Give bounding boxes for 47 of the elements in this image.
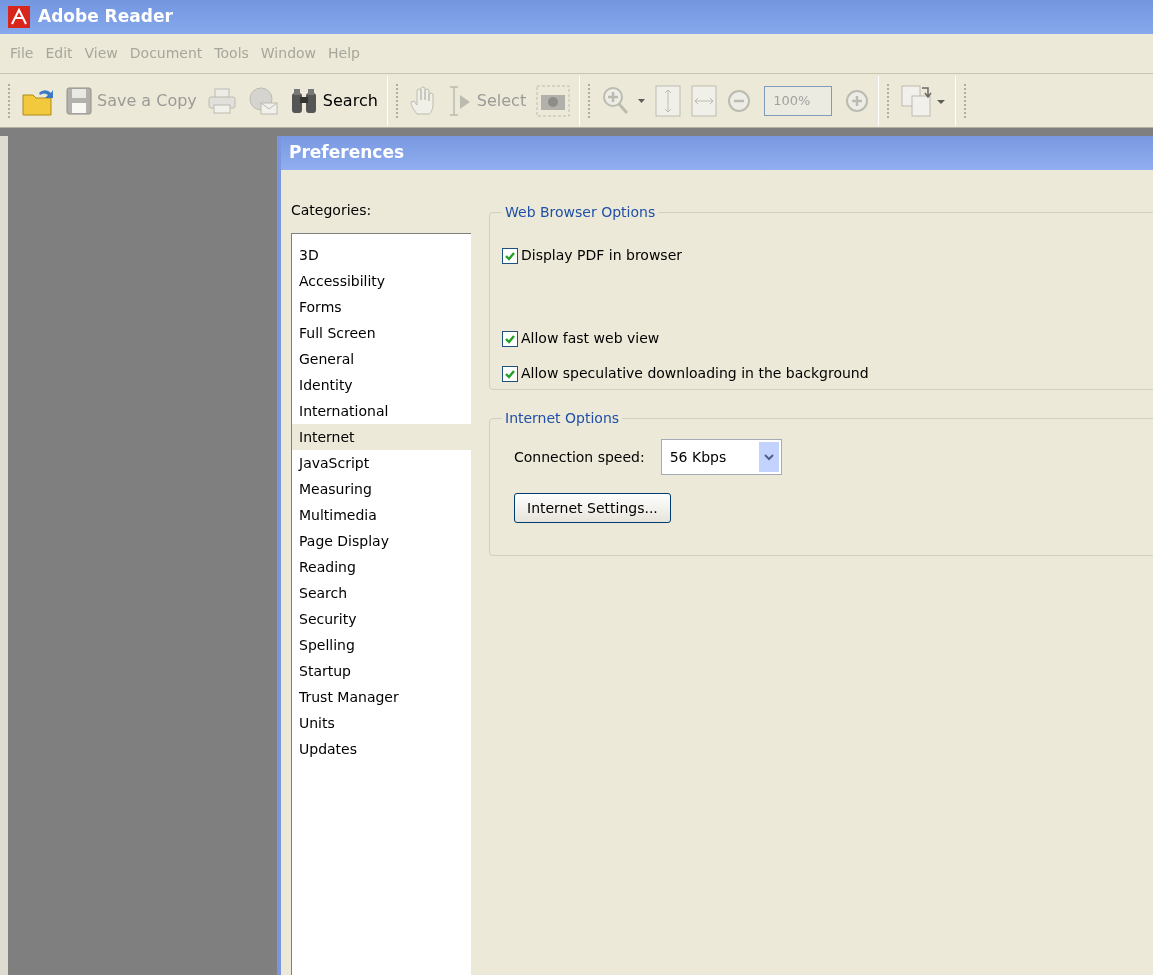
category-item[interactable]: Reading (292, 554, 471, 580)
internet-settings-button[interactable]: Internet Settings... (514, 493, 671, 523)
checkbox-label: Allow fast web view (521, 329, 660, 348)
camera-icon (536, 84, 571, 117)
connection-speed-label: Connection speed: (514, 447, 645, 467)
category-item[interactable]: 3D (292, 242, 471, 268)
category-item[interactable]: International (292, 398, 471, 424)
checkbox[interactable] (502, 247, 518, 264)
checkbox-label: Display PDF in browser (521, 246, 682, 265)
window-title: Adobe Reader (38, 5, 173, 29)
hand-icon (408, 85, 437, 116)
category-item[interactable]: Security (292, 606, 471, 632)
zoom-out-icon (727, 88, 752, 113)
fit-page-icon (655, 84, 682, 117)
category-item[interactable]: Updates (292, 736, 471, 762)
category-item[interactable]: Trust Manager (292, 684, 471, 710)
category-item[interactable]: Spelling (292, 632, 471, 658)
zoom-in-icon (601, 84, 646, 117)
checkbox-label: Allow speculative downloading in the background (521, 364, 869, 383)
printer-icon (206, 86, 237, 115)
chevron-down-icon (758, 442, 779, 472)
category-item[interactable]: JavaScript (292, 450, 471, 476)
category-item[interactable]: Search (292, 580, 471, 606)
connection-speed-dropdown[interactable]: 56 Kbps (660, 439, 782, 475)
category-item[interactable]: Full Screen (292, 320, 471, 346)
category-item[interactable]: Multimedia (292, 502, 471, 528)
category-item[interactable]: Identity (292, 372, 471, 398)
category-item[interactable]: Startup (292, 658, 471, 684)
categories-label: Categories: (291, 201, 373, 220)
group-title: Web Browser Options (504, 203, 657, 222)
search-button[interactable]: Search (283, 80, 383, 121)
category-item[interactable]: Forms (292, 294, 471, 320)
category-item[interactable]: Measuring (292, 476, 471, 502)
fit-width-icon (691, 84, 718, 117)
category-item[interactable]: General (292, 346, 471, 372)
category-item[interactable]: Page Display (292, 528, 471, 554)
rotate-pages-icon (900, 83, 947, 118)
app-logo-icon (8, 6, 30, 28)
checkbox[interactable] (502, 330, 518, 347)
zoom-in-icon (845, 88, 870, 113)
category-item[interactable]: Internet (292, 424, 471, 450)
dialog-title: Preferences (289, 141, 405, 165)
checkbox[interactable] (502, 365, 518, 382)
globe-envelope-icon (246, 85, 279, 116)
category-item[interactable]: Accessibility (292, 268, 471, 294)
category-item[interactable]: Units (292, 710, 471, 736)
group-title: Internet Options (504, 409, 621, 428)
